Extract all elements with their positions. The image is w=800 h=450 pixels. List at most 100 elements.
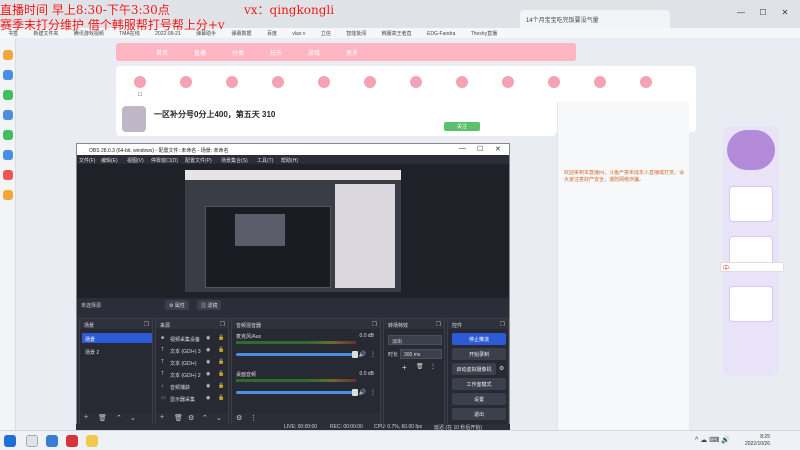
maximize-icon[interactable]: ☐	[752, 8, 774, 17]
menu-help[interactable]: 帮助(H)	[281, 157, 298, 164]
category-item[interactable]	[580, 76, 620, 92]
source-item[interactable]: T 文本 (GDI+) ◉ 🔓	[158, 357, 228, 367]
source-item[interactable]: T 文本 (GDI+) 2 ◉ 🔓	[158, 369, 228, 379]
minimize-icon[interactable]: —	[459, 145, 466, 152]
system-tray[interactable]: ^ ☁ ⌨ 🔊	[695, 436, 730, 444]
speaker-icon[interactable]: 🔊	[359, 389, 366, 396]
settings-button[interactable]: 设置	[452, 393, 506, 405]
nav-item[interactable]: 游戏	[308, 48, 320, 57]
category-item[interactable]	[166, 76, 206, 92]
category-item[interactable]: 11	[120, 76, 160, 98]
menu-docks[interactable]: 停靠窗口(D)	[151, 157, 178, 164]
category-item[interactable]	[396, 76, 436, 92]
category-item[interactable]	[442, 76, 482, 92]
lock-icon[interactable]: 🔓	[218, 395, 224, 401]
promo-card[interactable]	[729, 186, 773, 222]
start-recording-button[interactable]: 开始录制	[452, 348, 506, 360]
stop-streaming-button[interactable]: 停止推流	[452, 333, 506, 345]
transition-type-select[interactable]: 淡出	[388, 335, 442, 345]
studio-mode-button[interactable]: 工作室模式	[452, 378, 506, 390]
plus-icon[interactable]: +	[402, 363, 407, 372]
promo-card[interactable]	[729, 286, 773, 322]
dock-float-icon[interactable]: ❐	[144, 321, 149, 328]
speaker-icon[interactable]: 🔊	[359, 351, 366, 358]
bookmark-item[interactable]: 智能批阅	[346, 31, 366, 37]
close-icon[interactable]: ✕	[774, 8, 796, 17]
ime-toolbar[interactable]: 中·	[720, 262, 784, 272]
eye-icon[interactable]: ◉	[206, 371, 210, 377]
nav-item[interactable]: 首页	[156, 48, 168, 57]
source-item[interactable]: ♪ 音频捕获 ◉ 🔓	[158, 381, 228, 391]
obs-preview[interactable]	[77, 164, 509, 298]
more-icon[interactable]: ⋮	[430, 363, 436, 370]
menu-scene-collection[interactable]: 场景集合(S)	[221, 157, 248, 164]
virtual-camera-button[interactable]: 启动虚拟摄像机	[452, 363, 496, 375]
menu-view[interactable]: 视图(V)	[127, 157, 144, 164]
nav-item[interactable]: 分类	[232, 48, 244, 57]
menu-profile[interactable]: 配置文件(P)	[185, 157, 212, 164]
volume-slider[interactable]	[236, 353, 356, 356]
gear-icon[interactable]: ⚙	[188, 414, 194, 422]
sidebar-app-icon[interactable]	[3, 70, 13, 80]
nav-item[interactable]: 更多	[346, 48, 358, 57]
category-item[interactable]	[626, 76, 666, 92]
properties-button[interactable]: ⚙ 属性	[165, 300, 189, 310]
eye-icon[interactable]: ◉	[206, 383, 210, 389]
more-icon[interactable]: ⋮	[250, 414, 257, 422]
lock-icon[interactable]: 🔓	[218, 347, 224, 353]
eye-icon[interactable]: ◉	[206, 359, 210, 365]
duration-input[interactable]: 300 ms	[400, 349, 442, 359]
taskbar-clock[interactable]: 8:25 2022/10/26	[745, 434, 770, 448]
sidebar-app-icon[interactable]	[3, 170, 13, 180]
lock-icon[interactable]: 🔓	[218, 383, 224, 389]
menu-tools[interactable]: 工具(T)	[257, 157, 273, 164]
lock-icon[interactable]: 🔓	[218, 371, 224, 377]
plus-icon[interactable]: +	[160, 414, 164, 421]
search-icon[interactable]	[26, 435, 38, 447]
menu-edit[interactable]: 编辑(E)	[101, 157, 118, 164]
volume-slider-handle[interactable]	[352, 351, 358, 358]
exit-button[interactable]: 退出	[452, 408, 506, 420]
lock-icon[interactable]: 🔓	[218, 359, 224, 365]
down-arrow-icon[interactable]: ⌄	[130, 414, 136, 422]
trash-icon[interactable]: 🗑	[174, 414, 183, 422]
lock-icon[interactable]: 🔓	[218, 335, 224, 341]
sidebar-app-icon[interactable]	[3, 130, 13, 140]
bookmark-item[interactable]: vlao v	[292, 31, 305, 37]
menu-file[interactable]: 文件(F)	[79, 157, 95, 164]
scene-item[interactable]: 场景 2	[82, 346, 152, 356]
bookmark-item[interactable]: EDG-Fandra	[427, 31, 455, 37]
promo-sidebar[interactable]	[723, 126, 779, 376]
dock-float-icon[interactable]: ❐	[220, 321, 225, 328]
category-item[interactable]	[258, 76, 298, 92]
source-item[interactable]: T 文本 (GDI+) 3 ◉ 🔓	[158, 345, 228, 355]
sidebar-app-icon[interactable]	[3, 110, 13, 120]
bookmark-item[interactable]: 弹幕数据	[232, 31, 252, 37]
up-arrow-icon[interactable]: ⌃	[202, 414, 208, 422]
dock-float-icon[interactable]: ❐	[500, 321, 505, 328]
category-item[interactable]	[534, 76, 574, 92]
sidebar-app-icon[interactable]	[3, 50, 13, 60]
windows-start-icon[interactable]	[4, 435, 16, 447]
volume-slider[interactable]	[236, 391, 356, 394]
more-icon[interactable]: ⋮	[370, 389, 376, 396]
nav-item[interactable]: 玩乐	[270, 48, 282, 57]
dock-float-icon[interactable]: ❐	[436, 321, 441, 328]
filters-button[interactable]: ▥ 滤镜	[197, 300, 222, 310]
category-item[interactable]	[350, 76, 390, 92]
eye-icon[interactable]: ◉	[206, 395, 210, 401]
obs-taskbar-icon[interactable]	[66, 435, 78, 447]
sidebar-app-icon[interactable]	[3, 150, 13, 160]
bookmark-item[interactable]: 百度	[267, 31, 277, 37]
gear-icon[interactable]: ⚙	[499, 365, 504, 372]
trash-icon[interactable]: 🗑	[98, 414, 107, 422]
eye-icon[interactable]: ◉	[206, 347, 210, 353]
plus-icon[interactable]: +	[84, 414, 88, 421]
taskbar-app-icon[interactable]	[86, 435, 98, 447]
follow-button[interactable]: 关注	[444, 122, 480, 131]
category-item[interactable]	[488, 76, 528, 92]
sidebar-app-icon[interactable]	[3, 190, 13, 200]
dock-float-icon[interactable]: ❐	[372, 321, 377, 328]
down-arrow-icon[interactable]: ⌄	[216, 414, 222, 422]
category-item[interactable]	[212, 76, 252, 92]
